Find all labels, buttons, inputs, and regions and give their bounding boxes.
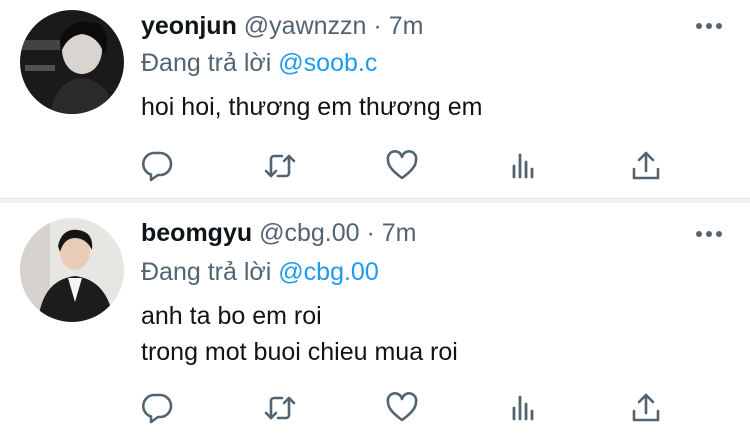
heart-icon [386,392,418,422]
analytics-button[interactable] [507,391,541,425]
share-upload-icon [632,151,660,180]
reply-prefix: Đang trả lời [141,258,272,286]
action-bar [0,149,750,183]
tweet[interactable]: beomgyu @cbg.00 · 7m Đang trả lời @cbg.0… [0,203,750,439]
share-button[interactable] [629,391,663,425]
display-name[interactable]: beomgyu [141,219,252,247]
more-dots-icon[interactable] [695,20,723,32]
tweet-text-line: anh ta bo em roi [141,302,322,330]
reply-bubble-icon [142,393,173,424]
reply-mention-link[interactable]: @cbg.00 [278,258,378,286]
tweet-text: anh ta bo em roi trong mot buoi chieu mu… [141,298,458,370]
tweet-header: beomgyu @cbg.00 · 7m [141,218,417,248]
replying-to: Đang trả lời @soob.c [141,48,377,78]
user-handle[interactable]: @yawnzzn [244,12,367,40]
tweet-text-line: hoi hoi, thương em thương em [141,93,483,121]
avatar[interactable] [20,10,124,114]
replying-to: Đang trả lời @cbg.00 [141,257,379,287]
analytics-button[interactable] [507,149,541,183]
tweet-text-line: trong mot buoi chieu mua roi [141,338,458,366]
reply-prefix: Đang trả lời [141,49,272,77]
tweet-header: yeonjun @yawnzzn · 7m [141,11,423,41]
reply-button[interactable] [140,391,174,425]
user-handle[interactable]: @cbg.00 [259,219,359,247]
reply-button[interactable] [140,149,174,183]
more-dots-icon[interactable] [695,228,723,240]
tweet[interactable]: yeonjun @yawnzzn · 7m Đang trả lời @soob… [0,0,750,198]
tweet-text: hoi hoi, thương em thương em [141,89,482,125]
display-name[interactable]: yeonjun [141,12,237,40]
retweet-icon [264,396,296,420]
retweet-icon [264,154,296,178]
separator-dot: · [373,12,382,40]
timestamp[interactable]: 7m [389,12,424,40]
analytics-bars-icon [512,153,534,179]
timestamp[interactable]: 7m [382,219,417,247]
heart-icon [386,150,418,180]
reply-mention-link[interactable]: @soob.c [278,49,377,77]
avatar[interactable] [20,218,124,322]
like-button[interactable] [385,391,419,425]
share-upload-icon [632,393,660,422]
share-button[interactable] [629,149,663,183]
analytics-bars-icon [512,395,534,421]
retweet-button[interactable] [263,391,297,425]
like-button[interactable] [385,149,419,183]
retweet-button[interactable] [263,149,297,183]
reply-bubble-icon [142,151,173,182]
separator-dot: · [366,219,375,247]
action-bar [0,391,750,425]
